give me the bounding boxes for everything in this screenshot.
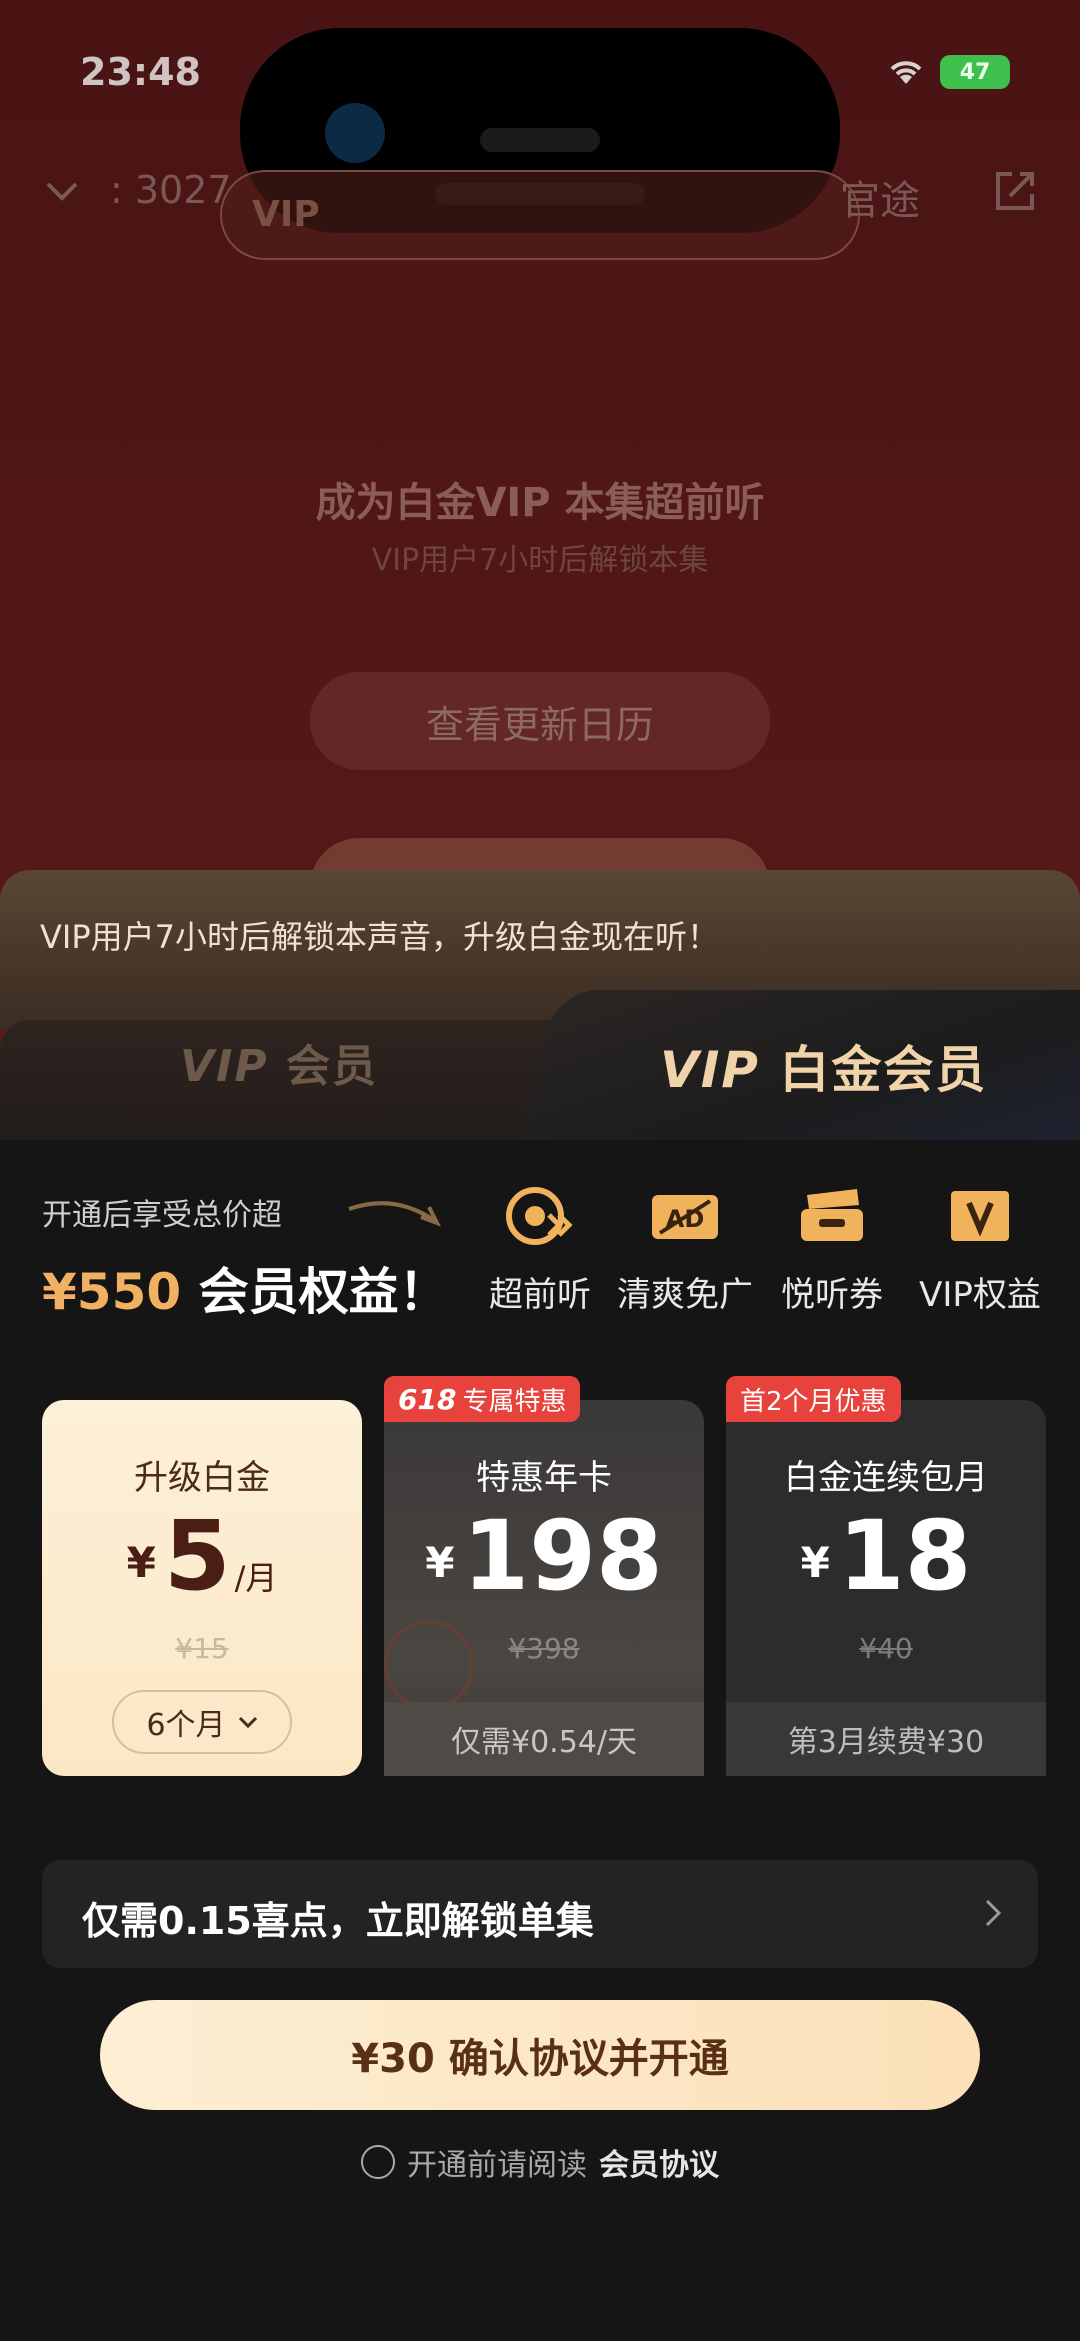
chevron-right-icon <box>985 1899 1002 1927</box>
benefit-coupon[interactable]: 悦听券 <box>762 1185 902 1316</box>
badge-618: 618 <box>398 1382 457 1416</box>
benefit-vip-rights[interactable]: VIP权益 <box>910 1185 1050 1316</box>
original-price: ¥15 <box>175 1632 229 1665</box>
membership-tabs: VIP 会员 VIP 白金会员 <box>0 990 1080 1140</box>
promo-badge: 首2个月优惠 <box>726 1376 901 1422</box>
platinum-panel: 开通后享受总价超 ¥550 会员权益！ 超前听 A <box>0 1140 1080 2341</box>
price-value: 5 <box>163 1500 231 1612</box>
tab-vip-text: 会员 <box>286 1041 378 1092</box>
island-placeholder <box>480 128 600 152</box>
price-unit: /月 <box>234 1559 278 1597</box>
bg-subtitle: VIP用户7小时后解锁本集 <box>371 543 709 578</box>
status-time: 23:48 <box>80 50 201 94</box>
status-icons: 47 <box>886 55 1010 89</box>
share-icon[interactable] <box>990 166 1040 216</box>
benefit-ad-free[interactable]: AD 清爽免广 <box>615 1185 755 1316</box>
member-agreement-link[interactable]: 会员协议 <box>599 2140 719 2184</box>
view-calendar-button[interactable]: 查看更新日历 <box>310 672 770 770</box>
badge-text: 首2个月优惠 <box>740 1386 887 1417</box>
tab-platinum-vip-badge: VIP <box>660 1041 760 1099</box>
tab-platinum-member-label[interactable]: VIP 白金会员 <box>660 1030 987 1102</box>
price-currency: ¥ <box>126 1538 156 1587</box>
unlock-single-episode-row[interactable]: 仅需0.15喜点，立即解锁单集 <box>42 1860 1038 1968</box>
plan-footer: 仅需¥0.54/天 <box>384 1702 704 1776</box>
tab-platinum-text: 白金会员 <box>779 1041 988 1099</box>
agreement-row: 开通前请阅读 会员协议 <box>0 2140 1080 2184</box>
vip-purchase-sheet: VIP用户7小时后解锁本声音，升级白金现在听！ VIP 会员 VIP 白金会员 … <box>0 870 1080 2341</box>
benefit-label: VIP权益 <box>919 1275 1041 1315</box>
chevron-down-icon[interactable] <box>40 170 84 214</box>
plan-price: ¥5/月 <box>42 1500 362 1612</box>
plan-list: 升级白金 ¥5/月 ¥15 6个月 特惠年卡 ¥198 ¥398 仅需¥0.54… <box>42 1376 1046 1800</box>
unlock-single-text: 仅需0.15喜点，立即解锁单集 <box>82 1899 594 1943</box>
summary-amount: ¥550 <box>42 1263 182 1321</box>
nav-pill[interactable]: VIP <box>220 170 860 260</box>
benefit-early-listen[interactable]: 超前听 <box>470 1185 610 1316</box>
agreement-prefix: 开通前请阅读 <box>407 2148 587 2183</box>
benefit-label: 悦听券 <box>781 1275 883 1315</box>
plan-footer: 第3月续费¥30 <box>726 1702 1046 1776</box>
plan-upgrade-platinum[interactable]: 升级白金 ¥5/月 ¥15 6个月 <box>42 1400 362 1776</box>
confirm-and-open-button[interactable]: ¥30 确认协议并开通 <box>100 2000 980 2110</box>
bg-title: 成为白金VIP 本集超前听 <box>315 480 765 526</box>
price-currency: ¥ <box>425 1538 455 1587</box>
nav-id: : 3027 <box>110 168 232 212</box>
original-price: ¥398 <box>508 1632 580 1665</box>
nav-pill-text: VIP <box>252 194 320 235</box>
coupon-icon <box>801 1189 863 1241</box>
unlock-notice-text: VIP用户7小时后解锁本声音，升级白金现在听！ <box>40 918 719 956</box>
tab-vip-badge: VIP <box>180 1041 269 1092</box>
promo-badge: 618 专属特惠 <box>384 1376 581 1422</box>
summary-line2: ¥550 会员权益！ <box>42 1252 449 1324</box>
price-value: 18 <box>837 1500 972 1612</box>
chevron-down-icon <box>238 1716 257 1729</box>
original-price: ¥40 <box>859 1632 913 1665</box>
battery-indicator: 47 <box>940 55 1010 89</box>
summary-rest: 会员权益！ <box>198 1263 449 1321</box>
vip-rights-icon <box>951 1191 1009 1241</box>
plan-annual-card[interactable]: 特惠年卡 ¥198 ¥398 仅需¥0.54/天 618 专属特惠 <box>384 1376 704 1776</box>
benefit-label: 清爽免广 <box>617 1275 753 1315</box>
plan-monthly-subscription[interactable]: 白金连续包月 ¥18 ¥40 第3月续费¥30 首2个月优惠 <box>726 1376 1046 1776</box>
price-currency: ¥ <box>800 1538 830 1587</box>
arrow-icon <box>348 1201 442 1227</box>
agreement-radio[interactable] <box>361 2145 395 2179</box>
benefit-label: 超前听 <box>489 1275 591 1315</box>
nav-route-title: 官途 <box>840 178 920 224</box>
benefit-list: 超前听 AD 清爽免广 悦听券 <box>470 1185 1050 1335</box>
price-value: 198 <box>462 1500 663 1612</box>
wifi-icon <box>890 61 922 84</box>
plan-price: ¥18 <box>726 1500 1046 1612</box>
tab-vip-member-label[interactable]: VIP 会员 <box>180 1030 378 1094</box>
ad-free-icon: AD <box>652 1195 718 1239</box>
plan-title: 升级白金 <box>134 1458 270 1498</box>
early-listen-icon <box>506 1187 573 1245</box>
badge-text: 专属特惠 <box>462 1386 567 1417</box>
period-dropdown[interactable]: 6个月 <box>112 1690 292 1754</box>
plan-price: ¥198 <box>384 1500 704 1612</box>
plan-title: 特惠年卡 <box>476 1458 612 1498</box>
period-value: 6个月 <box>146 1708 226 1743</box>
plan-title: 白金连续包月 <box>784 1458 988 1498</box>
top-nav: : 3027 VIP 官途 <box>0 150 1080 260</box>
